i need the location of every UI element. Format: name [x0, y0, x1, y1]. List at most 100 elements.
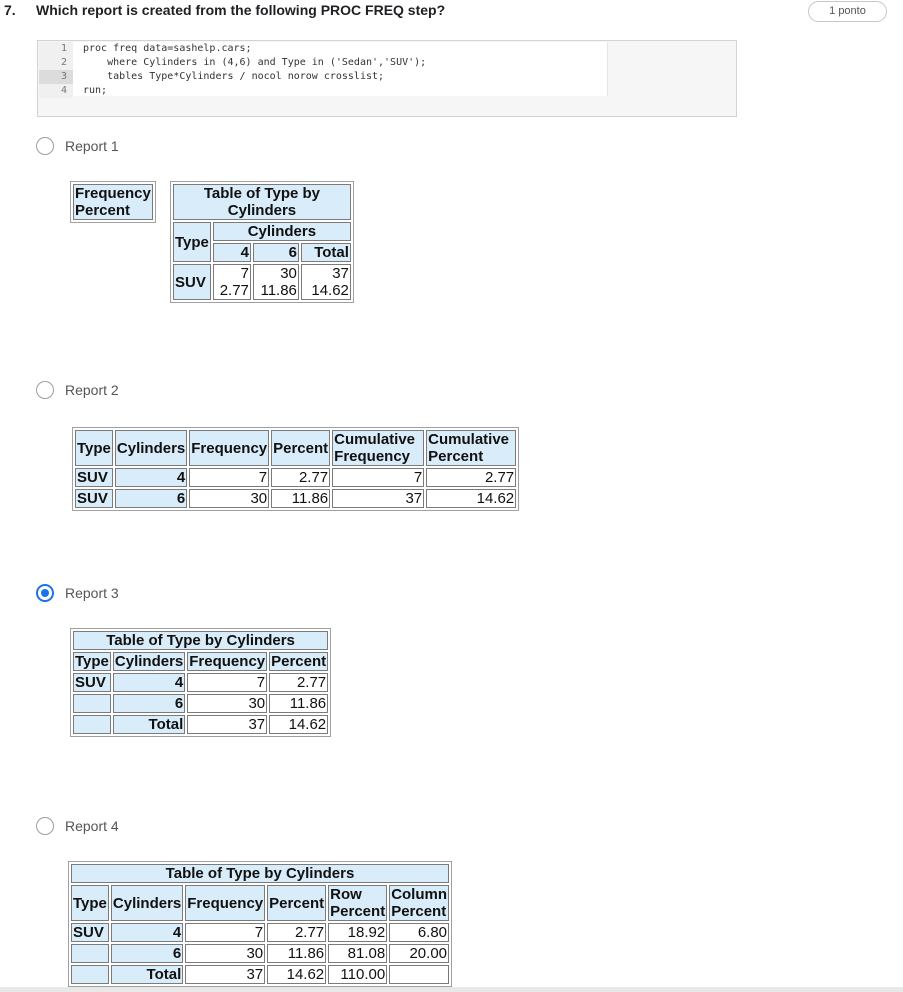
frequency-cell: 7	[189, 468, 270, 487]
type-cell: SUV	[73, 673, 111, 692]
column-header: Percent	[269, 652, 329, 671]
column-header: Frequency	[187, 652, 268, 671]
cylinders-cell: 4	[112, 673, 186, 692]
line-number: 3	[39, 70, 73, 84]
radio-button[interactable]	[36, 137, 54, 155]
code-block: 1 proc freq data=sashelp.cars; 2 where C…	[37, 40, 737, 117]
freq-value: 7	[240, 265, 249, 282]
column-percent-cell	[389, 965, 450, 984]
option-label[interactable]: Report 4	[65, 818, 119, 834]
frequency-cell: 30	[185, 944, 266, 963]
column-header: Frequency	[189, 430, 270, 466]
code-text: where Cylinders in (4,6) and Type in ('S…	[83, 57, 427, 68]
report-3-table: Table of Type by Cylinders Type Cylinder…	[70, 628, 332, 737]
percent-cell: 2.77	[269, 673, 329, 692]
frequency-cell: 7	[187, 673, 268, 692]
table-row: Total 37 14.62	[73, 715, 329, 734]
column-header: Type	[75, 430, 113, 466]
header-line: Percent	[428, 448, 484, 465]
percent-cell: 2.77	[271, 468, 331, 487]
cylinders-cell: 4	[114, 468, 188, 487]
column-header: Cumulative Percent	[426, 430, 517, 466]
cum-percent-cell: 14.62	[426, 489, 517, 508]
cell: 37 14.62	[300, 264, 351, 300]
pct-value: 11.86	[260, 282, 297, 299]
report-2-table: Type Cylinders Frequency Percent Cumulat…	[72, 427, 520, 511]
line-number: 1	[39, 42, 73, 56]
col-label: 6	[252, 243, 299, 262]
code-text: tables Type*Cylinders / nocol norow cros…	[83, 71, 385, 82]
radio-button[interactable]	[36, 381, 54, 399]
column-header: Cylinders	[110, 885, 184, 921]
percent-cell: 14.62	[269, 715, 329, 734]
row-percent-cell: 81.08	[328, 944, 388, 963]
code-line: 3 tables Type*Cylinders / nocol norow cr…	[39, 70, 607, 84]
percent-cell: 14.62	[267, 965, 327, 984]
radio-button[interactable]	[36, 817, 54, 835]
column-header: Frequency	[185, 885, 266, 921]
column-header: Column Percent	[389, 885, 450, 921]
cell: 7 2.77	[212, 264, 251, 300]
col-label: Total	[300, 243, 351, 262]
header-line: Row	[330, 886, 362, 903]
column-header: Row Percent	[328, 885, 388, 921]
cum-percent-cell: 2.77	[426, 468, 517, 487]
pct-value: 2.77	[219, 282, 249, 299]
row-header: Type	[173, 222, 211, 262]
title-line: Table of Type by	[203, 185, 321, 202]
report-1-legend: Frequency Percent	[70, 181, 156, 223]
points-badge: 1 ponto	[808, 1, 887, 22]
freq-value: 37	[332, 265, 349, 282]
option-label[interactable]: Report 3	[65, 585, 119, 601]
code-line: 2 where Cylinders in (4,6) and Type in (…	[39, 56, 607, 70]
type-cell	[71, 965, 109, 984]
pct-value: 14.62	[311, 282, 349, 299]
code-line: 4 run;	[39, 84, 607, 98]
option-label[interactable]: Report 2	[65, 382, 119, 398]
cell: 30 11.86	[252, 264, 299, 300]
cylinders-cell: Total	[110, 965, 184, 984]
question-number: 7.	[4, 2, 16, 18]
type-cell: SUV	[75, 468, 113, 487]
table-row: SUV 6 30 11.86 37 14.62	[75, 489, 517, 508]
table-title: Table of Type by Cylinders	[73, 631, 329, 650]
header-line: Frequency	[334, 448, 411, 465]
code-text: proc freq data=sashelp.cars;	[83, 43, 252, 54]
page-bottom-edge	[0, 987, 903, 992]
line-number: 4	[39, 84, 73, 98]
report-1-table: Table of Type by Cylinders Type Cylinder…	[170, 181, 354, 303]
cum-frequency-cell: 7	[332, 468, 425, 487]
frequency-cell: 30	[187, 694, 268, 713]
table-row: 6 30 11.86	[73, 694, 329, 713]
row-percent-cell: 110.00	[328, 965, 388, 984]
type-cell: SUV	[75, 489, 113, 508]
column-header: Type	[73, 652, 111, 671]
code-text: run;	[83, 85, 108, 96]
type-cell	[71, 944, 109, 963]
percent-cell: 2.77	[267, 923, 327, 942]
code-line: 1 proc freq data=sashelp.cars;	[39, 42, 607, 56]
header-line: Percent	[391, 903, 447, 920]
frequency-cell: 37	[185, 965, 266, 984]
column-header: Cylinders	[112, 652, 186, 671]
table-row: 6 30 11.86 81.08 20.00	[71, 944, 450, 963]
table-row: SUV 4 7 2.77	[73, 673, 329, 692]
table-row: SUV 4 7 2.77 7 2.77	[75, 468, 517, 487]
column-header: Percent	[267, 885, 327, 921]
percent-cell: 11.86	[267, 944, 327, 963]
question-text: Which report is created from the followi…	[36, 2, 446, 18]
percent-cell: 11.86	[271, 489, 331, 508]
row-label: SUV	[173, 264, 211, 300]
table-row: SUV 4 7 2.77 18.92 6.80	[71, 923, 450, 942]
column-percent-cell: 6.80	[389, 923, 450, 942]
report-4-table: Table of Type by Cylinders Type Cylinder…	[68, 861, 453, 987]
percent-cell: 11.86	[269, 694, 329, 713]
cylinders-cell: 6	[110, 944, 184, 963]
radio-button-selected[interactable]	[36, 584, 54, 602]
header-line: Column	[391, 886, 448, 903]
frequency-cell: 37	[187, 715, 268, 734]
option-label[interactable]: Report 1	[65, 138, 119, 154]
legend-cell: Frequency Percent	[73, 184, 153, 220]
legend-line: Frequency	[75, 185, 151, 202]
col-label: 4	[212, 243, 251, 262]
